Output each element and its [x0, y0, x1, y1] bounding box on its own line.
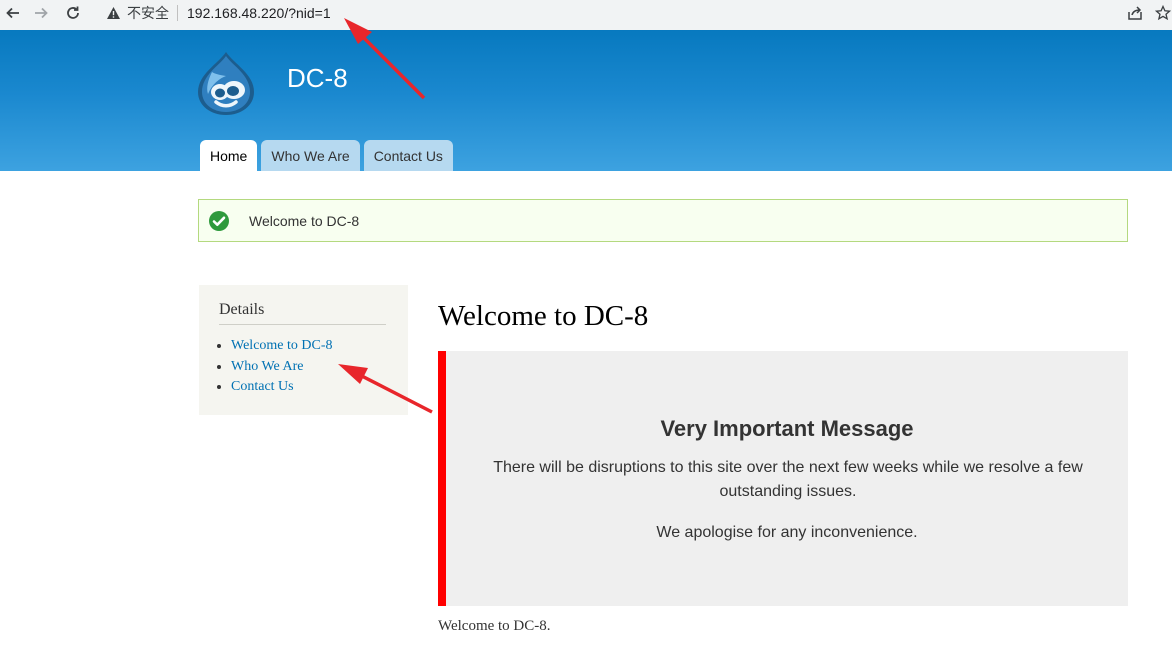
important-message-box: There will be disruptions to this site o…	[438, 351, 1128, 606]
sidebar-link-contact-us[interactable]: Contact Us	[231, 379, 294, 394]
body-text: Welcome to DC-8.	[438, 618, 551, 634]
tab-who-we-are[interactable]: Who We Are	[261, 140, 360, 171]
security-status-label[interactable]: 不安全	[127, 3, 169, 23]
sidebar-details: Details Welcome to DC-8 Who We Are Conta…	[199, 285, 408, 415]
message-paragraph-1: There will be disruptions to this site o…	[493, 459, 1083, 500]
back-button[interactable]	[0, 0, 26, 26]
checkmark-circle-icon	[209, 210, 229, 231]
main-menu: Home Who We Are Contact Us	[200, 140, 457, 171]
address-bar[interactable]: 不安全 192.168.48.220/?nid=1	[96, 0, 1146, 26]
message-accent-bar	[438, 351, 446, 606]
tab-contact-us[interactable]: Contact Us	[363, 140, 453, 171]
forward-icon	[35, 7, 48, 19]
bookmark-button[interactable]	[1150, 0, 1172, 26]
reload-button[interactable]	[60, 0, 86, 26]
browser-toolbar: 不安全 192.168.48.220/?nid=1	[0, 0, 1172, 30]
reload-icon	[67, 6, 79, 19]
page-title: Welcome to DC-8	[438, 300, 649, 332]
list-item: Welcome to DC-8	[231, 336, 333, 357]
sidebar-link-welcome[interactable]: Welcome to DC-8	[231, 338, 333, 353]
drupal-drop-logo[interactable]	[196, 50, 256, 116]
message-paragraph-2: We apologise for any inconvenience.	[656, 524, 918, 541]
list-item: Contact Us	[231, 377, 333, 398]
url-separator	[177, 5, 178, 21]
message-heading: Very Important Message	[660, 416, 914, 441]
sidebar-title: Details	[219, 301, 265, 318]
share-icon	[1128, 6, 1142, 20]
star-icon	[1155, 5, 1171, 21]
sidebar-divider	[219, 324, 386, 325]
site-name[interactable]: DC-8	[287, 63, 348, 94]
share-button[interactable]	[1122, 0, 1148, 26]
site-header: DC-8 Home Who We Are Contact Us	[0, 30, 1172, 171]
forward-button[interactable]	[28, 0, 54, 26]
sidebar-link-who-we-are[interactable]: Who We Are	[231, 359, 303, 374]
list-item: Who We Are	[231, 357, 333, 378]
url-text[interactable]: 192.168.48.220/?nid=1	[187, 5, 331, 21]
tab-home[interactable]: Home	[200, 140, 258, 171]
status-message: Welcome to DC-8	[198, 199, 1128, 242]
status-text: Welcome to DC-8	[249, 212, 360, 229]
sidebar-link-list: Welcome to DC-8 Who We Are Contact Us	[211, 336, 333, 398]
back-icon	[6, 7, 19, 19]
warning-icon[interactable]	[106, 6, 121, 20]
